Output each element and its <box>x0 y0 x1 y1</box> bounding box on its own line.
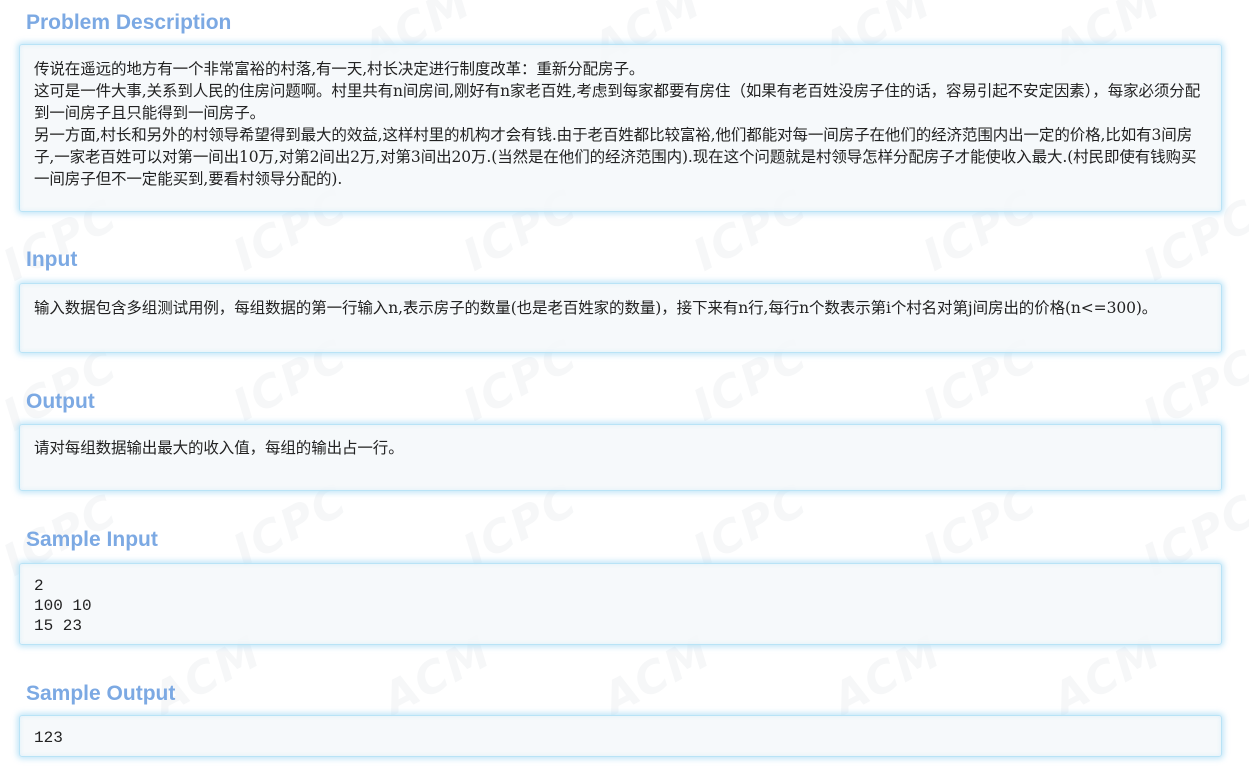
description-paragraph: 另一方面,村长和另外的村领导希望得到最大的效益,这样村里的机构才会有钱.由于老百… <box>34 126 1197 188</box>
output-title: Output <box>26 390 95 413</box>
sample-output-panel: 123 <box>19 715 1222 757</box>
description-panel: 传说在遥远的地方有一个非常富裕的村落,有一天,村长决定进行制度改革：重新分配房子… <box>19 44 1222 212</box>
sample-output-title: Sample Output <box>26 682 176 705</box>
sample-input-title: Sample Input <box>26 528 158 551</box>
description-paragraph: 这可是一件大事,关系到人民的住房问题啊。村里共有n间房间,刚好有n家老百姓,考虑… <box>34 82 1201 122</box>
input-title: Input <box>26 248 78 271</box>
sample-input-panel: 2 100 10 15 23 <box>19 563 1222 645</box>
output-panel: 请对每组数据输出最大的收入值，每组的输出占一行。 <box>19 424 1222 491</box>
output-text: 请对每组数据输出最大的收入值，每组的输出占一行。 <box>34 439 404 457</box>
description-paragraph: 传说在遥远的地方有一个非常富裕的村落,有一天,村长决定进行制度改革：重新分配房子… <box>34 60 645 78</box>
input-panel: 输入数据包含多组测试用例，每组数据的第一行输入n,表示房子的数量(也是老百姓家的… <box>19 283 1222 353</box>
input-text: 输入数据包含多组测试用例，每组数据的第一行输入n,表示房子的数量(也是老百姓家的… <box>34 299 1158 317</box>
description-title: Problem Description <box>26 11 232 34</box>
problem-page: ACM ACM ACM ACM ICPC ICPC ICPC ICPC ICPC… <box>0 0 1249 778</box>
